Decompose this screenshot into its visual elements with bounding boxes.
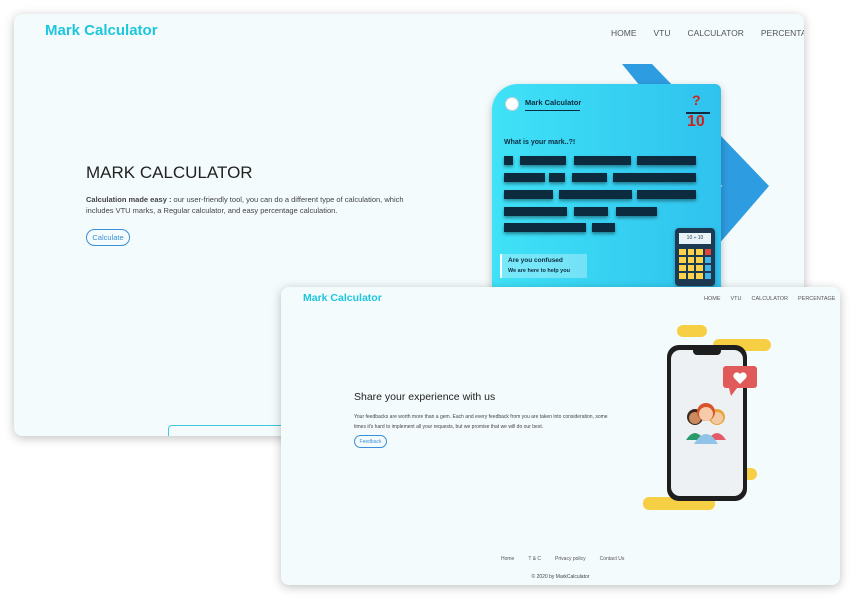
hero-illustration: Mark Calculator ? 10 What is your mark..… <box>492 64 777 294</box>
main-nav: HOME VTU CALCULATOR PERCENTAGE <box>611 28 804 38</box>
site-logo[interactable]: Mark Calculator <box>45 22 158 39</box>
text-bar <box>549 173 565 182</box>
calculator-display: 10 ÷ 10 <box>679 233 711 244</box>
text-bar <box>572 173 607 182</box>
nav-vtu[interactable]: VTU <box>654 28 671 38</box>
phone-notch <box>693 349 721 355</box>
site-logo[interactable]: Mark Calculator <box>303 292 382 304</box>
text-bar <box>504 223 586 232</box>
phone-illustration <box>641 323 776 513</box>
footer-links: Home T & C Privacy policy Contact Us <box>501 556 624 562</box>
hero-description: Calculation made easy : our user-friendl… <box>86 194 431 216</box>
text-bar <box>616 207 657 216</box>
text-bar <box>637 190 696 199</box>
text-bar <box>504 207 567 216</box>
calculate-button[interactable]: Calculate <box>86 229 130 246</box>
hero-description-bold: Calculation made easy : <box>86 195 172 204</box>
text-bar <box>637 156 696 165</box>
feedback-text: Your feedbacks are worth more than a gem… <box>354 414 608 430</box>
avatar <box>505 97 519 111</box>
feedback-heading: Share your experience with us <box>354 391 496 403</box>
nav-vtu[interactable]: VTU <box>731 296 742 302</box>
footer-contact[interactable]: Contact Us <box>600 556 625 562</box>
help-box: Are you confused We are here to help you <box>500 254 587 278</box>
nav-percentage[interactable]: PERCENTAGE <box>798 296 836 302</box>
denominator: 10 <box>687 113 705 130</box>
text-bar <box>613 173 696 182</box>
calculator-keypad <box>679 249 711 279</box>
help-text: We are here to help you <box>508 268 570 274</box>
feedback-button[interactable]: Feedback <box>354 435 387 448</box>
feedback-page-screenshot: Mark Calculator HOME VTU CALCULATOR PERC… <box>281 287 840 585</box>
partial-box <box>168 425 290 436</box>
text-bar <box>559 190 632 199</box>
calculator-icon: 10 ÷ 10 <box>675 228 715 286</box>
text-bar <box>574 207 608 216</box>
text-bar <box>504 190 553 199</box>
illustration-title: Mark Calculator <box>525 98 582 107</box>
question-mark: ? <box>692 92 701 108</box>
nav-calculator[interactable]: CALCULATOR <box>688 28 744 38</box>
text-bar <box>520 156 566 165</box>
text-bar <box>504 173 545 182</box>
text-bar <box>504 156 513 165</box>
question-text: What is your mark..?! <box>504 139 576 146</box>
yellow-decoration <box>677 325 707 337</box>
nav-home[interactable]: HOME <box>704 296 721 302</box>
people-icon <box>686 403 726 444</box>
copyright: © 2020 by MarkCalculator <box>531 574 590 580</box>
footer-terms[interactable]: T & C <box>528 556 541 562</box>
hero-title: MARK CALCULATOR <box>86 163 253 182</box>
heart-chat-icon <box>723 366 757 396</box>
footer-privacy[interactable]: Privacy policy <box>555 556 586 562</box>
nav-home[interactable]: HOME <box>611 28 637 38</box>
main-nav: HOME VTU CALCULATOR PERCENTAGE <box>704 296 835 302</box>
nav-percentage[interactable]: PERCENTAGE <box>761 28 804 38</box>
nav-calculator[interactable]: CALCULATOR <box>752 296 788 302</box>
confused-text: Are you confused <box>508 257 563 264</box>
footer-home[interactable]: Home <box>501 556 514 562</box>
text-bar <box>592 223 615 232</box>
illustration-title-underline <box>525 110 580 111</box>
text-bar <box>574 156 631 165</box>
